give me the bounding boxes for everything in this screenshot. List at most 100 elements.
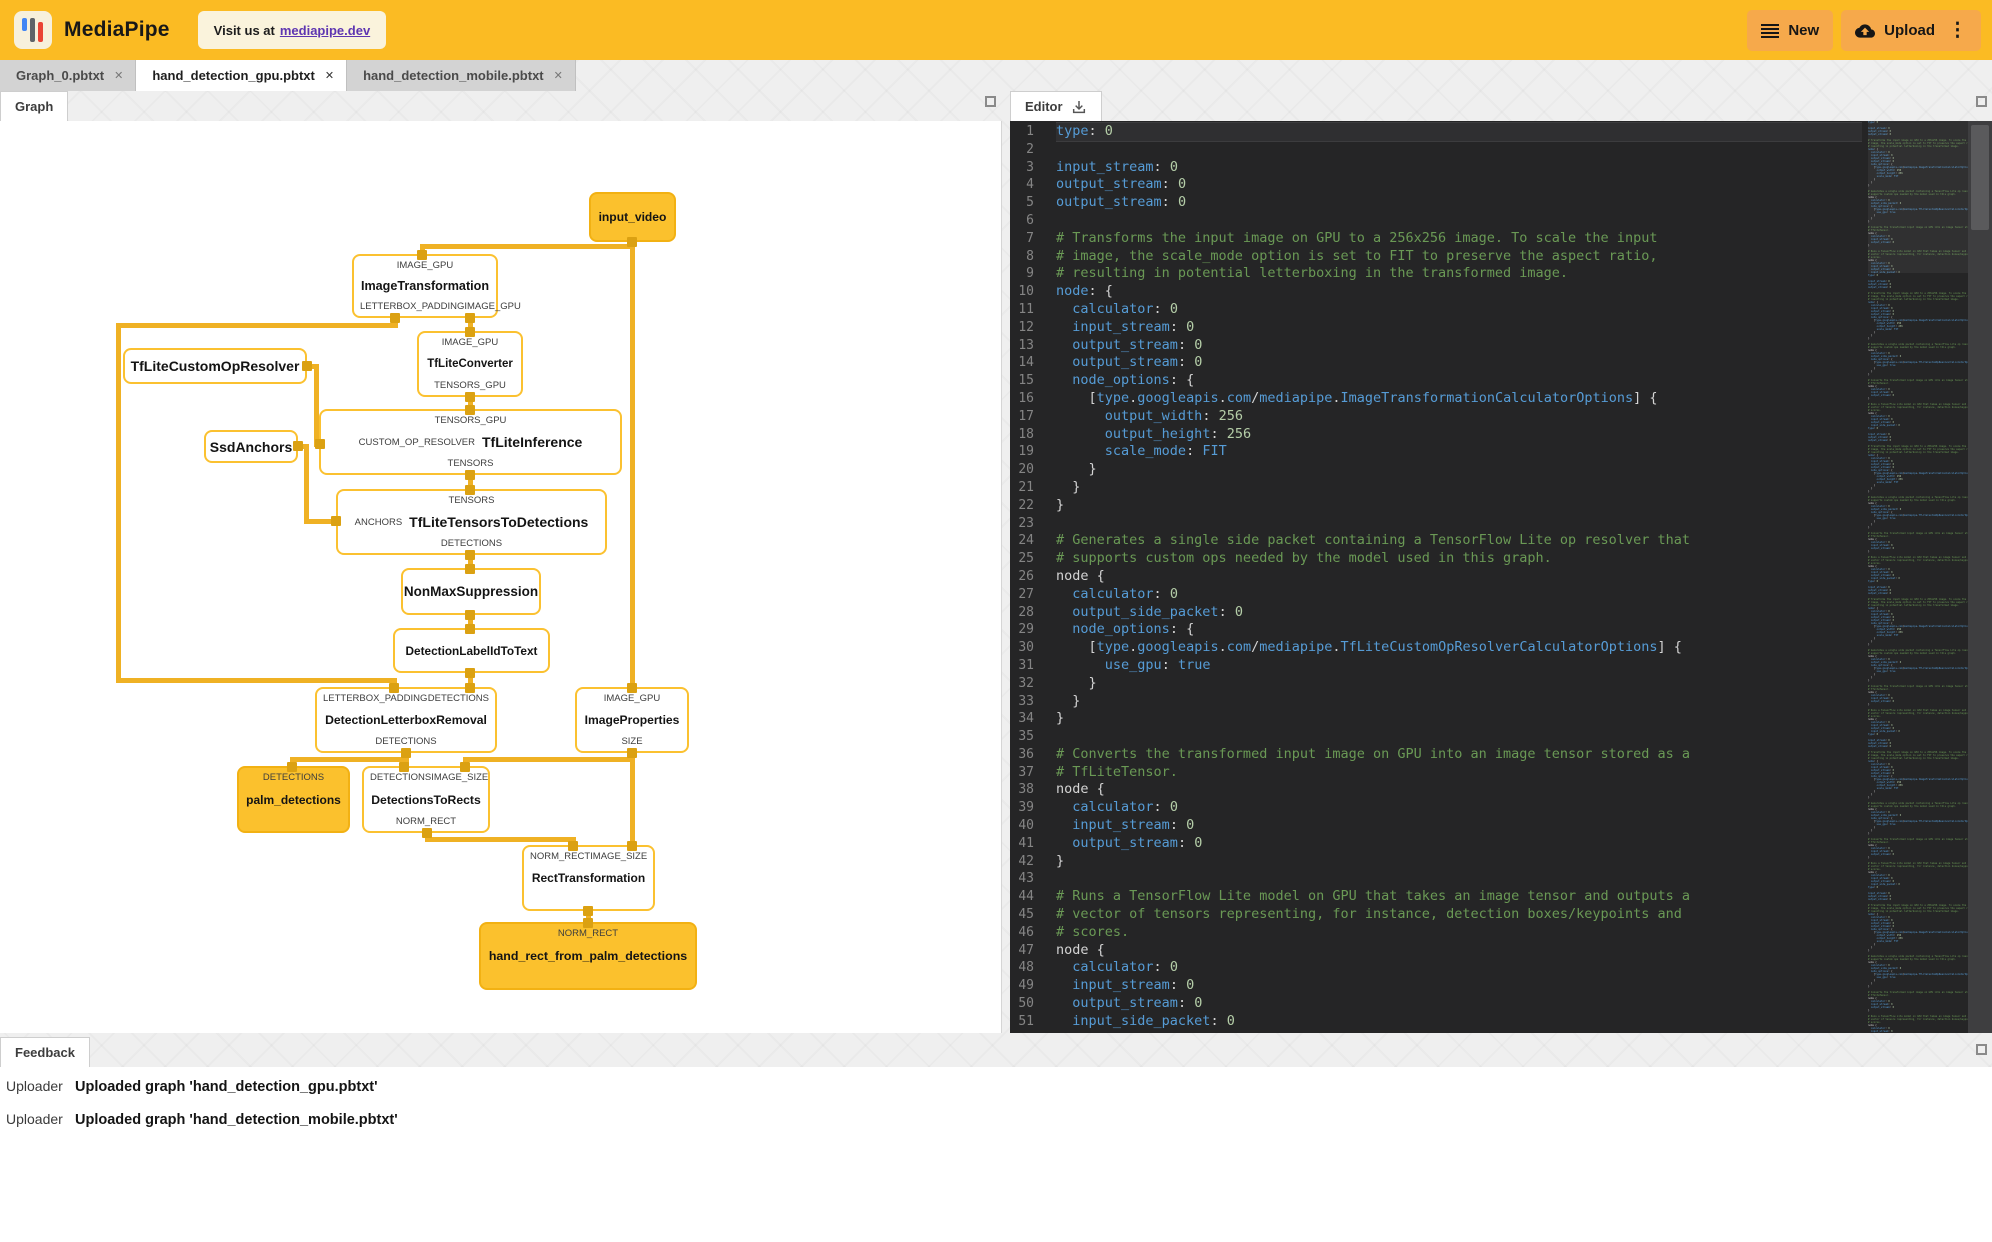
graph-node-NonMaxSuppression[interactable]: NonMaxSuppression [401,568,541,615]
code-line[interactable]: 25 # supports custom ops needed by the mo… [1010,550,1862,568]
close-tab-icon[interactable]: ✕ [325,69,334,82]
editor-tab[interactable]: Editor [1010,91,1102,121]
code-line[interactable]: 14 output_stream: 0 [1010,354,1862,372]
close-tab-icon[interactable]: ✕ [114,69,123,82]
code-line[interactable]: 13 output_stream: 0 [1010,337,1862,355]
file-tab-hand-detection-gpu[interactable]: hand_detection_gpu.pbtxt ✕ [136,60,347,91]
code-line[interactable]: 12 input_stream: 0 [1010,319,1862,337]
code-line[interactable]: 44 # Runs a TensorFlow Lite model on GPU … [1010,888,1862,906]
code-line[interactable]: 1 type: 0 [1010,123,1862,141]
line-number: 45 [1010,906,1034,924]
code-line[interactable]: 47 node { [1010,942,1862,960]
node-name: RectTransformation [532,871,645,885]
code-line[interactable]: 4 output_stream: 0 [1010,176,1862,194]
code-line[interactable]: 7 # Transforms the input image on GPU to … [1010,230,1862,248]
code-line[interactable]: 24 # Generates a single side packet conta… [1010,532,1862,550]
code-text: } [1056,497,1862,515]
graph-node-TfLiteInference[interactable]: TENSORS_GPU CUSTOM_OP_RESOLVER TfLiteInfer… [319,409,622,475]
graph-node-ImageProperties[interactable]: IMAGE_GPU ImageProperties SIZE [575,687,689,753]
download-icon[interactable] [1071,99,1087,115]
code-line[interactable]: 40 input_stream: 0 [1010,817,1862,835]
graph-tab[interactable]: Graph [0,91,68,121]
code-line[interactable]: 8 # image, the scale_mode option is set t… [1010,248,1862,266]
line-number: 13 [1010,337,1034,355]
graph-node-input_video[interactable]: input_video [589,192,676,242]
port-marker [465,327,475,337]
code-line[interactable]: 48 calculator: 0 [1010,959,1862,977]
code-line[interactable]: 19 scale_mode: FIT [1010,443,1862,461]
code-line[interactable]: 41 output_stream: 0 [1010,835,1862,853]
code-line[interactable]: 2 [1010,141,1862,159]
editor-scrollbar-thumb[interactable] [1971,125,1989,230]
graph-canvas[interactable]: input_video IMAGE_GPU ImageTransformation L… [0,121,1001,1033]
file-tab-graph-0[interactable]: Graph_0.pbtxt ✕ [0,60,136,91]
code-line[interactable]: 23 [1010,515,1862,533]
code-line[interactable]: 32 } [1010,675,1862,693]
minimap[interactable]: type: 0 input_stream: 0 output_stream… [1868,121,1968,1033]
graph-node-hand_rect_from_palm_detections[interactable]: NORM_RECT hand_rect_from_palm_detections [479,922,697,990]
code-text: [type.googleapis.com/mediapipe.ImageTran… [1056,390,1862,408]
new-button[interactable]: New [1747,10,1833,51]
code-line[interactable]: 26 node { [1010,568,1862,586]
editor-panel-expand-icon[interactable] [1976,96,1987,107]
minimap-line: # resulting in potential letterboxing in… [1868,910,1968,913]
graph-node-TfLiteTensorsToDetections[interactable]: TENSORS ANCHORS TfLiteTensorsToDetections D… [336,489,607,555]
code-area[interactable]: 1 type: 0 2 3 input_stream: 0 4 output_st… [1010,123,1862,1031]
code-line[interactable]: 34} [1010,710,1862,728]
code-line[interactable]: 42} [1010,853,1862,871]
code-line[interactable]: 29 node_options: { [1010,621,1862,639]
code-line[interactable]: 31 use_gpu: true [1010,657,1862,675]
graph-node-TfLiteConverter[interactable]: IMAGE_GPU TfLiteConverter TENSORS_GPU [417,331,523,397]
line-number: 12 [1010,319,1034,337]
graph-node-SsdAnchors[interactable]: SsdAnchors [204,430,298,463]
code-line[interactable]: 22} [1010,497,1862,515]
code-line[interactable]: 38 node { [1010,781,1862,799]
graph-node-DetectionsToRects[interactable]: DETECTIONS IMAGE_SIZE DetectionsToRects NOR… [362,766,490,833]
graph-node-ImageTransformation[interactable]: IMAGE_GPU ImageTransformation LETTERBOX_PA… [352,254,498,318]
code-line[interactable]: 6 [1010,212,1862,230]
code-line[interactable]: 43 [1010,870,1862,888]
code-line[interactable]: 51 input_side_packet: 0 [1010,1013,1862,1031]
file-tab-hand-detection-mobile[interactable]: hand_detection_mobile.pbtxt ✕ [347,60,576,91]
code-line[interactable]: 21 } [1010,479,1862,497]
code-line[interactable]: 15 node_options: { [1010,372,1862,390]
code-line[interactable]: 5 output_stream: 0 [1010,194,1862,212]
graph-node-TfLiteCustomOpResolver[interactable]: TfLiteCustomOpResolver [123,348,307,384]
feedback-tab[interactable]: Feedback [0,1037,90,1067]
code-text: # image, the scale_mode option is set to… [1056,248,1862,266]
graph-node-RectTransformation[interactable]: NORM_RECT IMAGE_SIZE RectTransformation [522,845,655,911]
close-tab-icon[interactable]: ✕ [554,69,563,82]
code-line[interactable]: 27 calculator: 0 [1010,586,1862,604]
code-line[interactable]: 33 } [1010,693,1862,711]
graph-node-palm_detections[interactable]: DETECTIONS palm_detections [237,766,350,833]
code-line[interactable]: 9 # resulting in potential letterboxing i… [1010,265,1862,283]
feedback-panel-expand-icon[interactable] [1976,1044,1987,1055]
code-line[interactable]: 36 # Converts the transformed input image… [1010,746,1862,764]
code-line[interactable]: 18 output_height: 256 [1010,426,1862,444]
graph-panel-expand-icon[interactable] [985,96,996,107]
code-line[interactable]: 50 output_stream: 0 [1010,995,1862,1013]
upload-button[interactable]: Upload ⋮ [1841,10,1981,51]
graph-node-DetectionLabelIdToText[interactable]: DetectionLabelIdToText [393,628,550,673]
code-line[interactable]: 49 input_stream: 0 [1010,977,1862,995]
code-line[interactable]: 20 } [1010,461,1862,479]
code-line[interactable]: 10 node: { [1010,283,1862,301]
editor-scrollbar[interactable] [1968,121,1992,1033]
node-name: NonMaxSuppression [404,584,538,599]
code-line[interactable]: 39 calculator: 0 [1010,799,1862,817]
code-text: type: 0 [1056,123,1862,141]
code-line[interactable]: 17 output_width: 256 [1010,408,1862,426]
more-options-icon[interactable]: ⋮ [1948,19,1967,42]
graph-node-DetectionLetterboxRemoval[interactable]: LETTERBOX_PADDING DETECTIONS DetectionLett… [315,687,497,753]
code-line[interactable]: 37 # TfLiteTensor. [1010,764,1862,782]
code-line[interactable]: 46 # scores. [1010,924,1862,942]
code-line[interactable]: 3 input_stream: 0 [1010,159,1862,177]
line-number: 36 [1010,746,1034,764]
code-line[interactable]: 30 [type.googleapis.com/mediapipe.TfLite… [1010,639,1862,657]
code-line[interactable]: 16 [type.googleapis.com/mediapipe.ImageT… [1010,390,1862,408]
code-line[interactable]: 35 [1010,728,1862,746]
mediapipe-link[interactable]: mediapipe.dev [280,23,370,38]
code-line[interactable]: 11 calculator: 0 [1010,301,1862,319]
code-line[interactable]: 45 # vector of tensors representing, for … [1010,906,1862,924]
code-line[interactable]: 28 output_side_packet: 0 [1010,604,1862,622]
